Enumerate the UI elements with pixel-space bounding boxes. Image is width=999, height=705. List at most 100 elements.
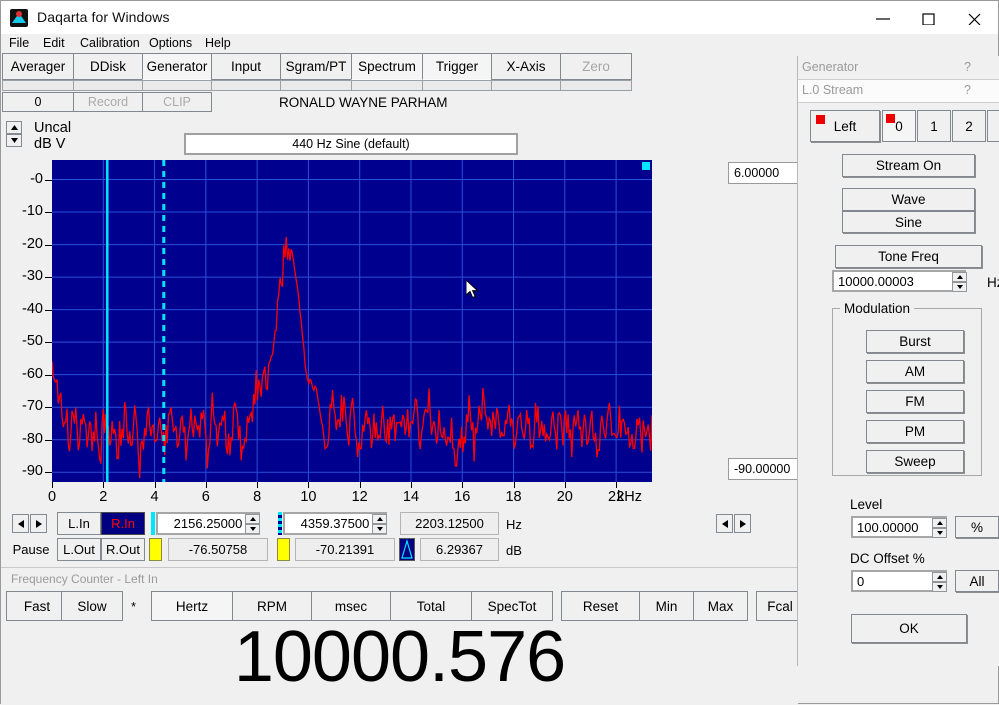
- tab-ddisk[interactable]: DDisk: [73, 53, 143, 80]
- nav-right-button[interactable]: [30, 514, 47, 533]
- minimize-icon: [876, 18, 890, 20]
- channel-left-in-button[interactable]: L.In: [57, 512, 101, 535]
- subtab-trigger[interactable]: [422, 80, 492, 91]
- fc-min-button[interactable]: Min: [639, 591, 694, 621]
- record-button[interactable]: Record: [73, 92, 143, 112]
- cursor2-spinner[interactable]: [372, 514, 387, 534]
- y-tick-9: -90: [22, 463, 43, 480]
- tone-freq-spinner-up[interactable]: [952, 272, 967, 282]
- generator-help-icon[interactable]: ?: [964, 60, 971, 74]
- spinner-up-icon: [10, 125, 18, 130]
- menu-calibration[interactable]: Calibration: [76, 34, 144, 52]
- x-tick-mark-2: [154, 482, 156, 488]
- subtab-spectrum[interactable]: [351, 80, 423, 91]
- subtab-x-axis[interactable]: [491, 80, 561, 91]
- x-tick-mark-9: [513, 482, 515, 488]
- scale-up-button[interactable]: [6, 121, 22, 134]
- x-tick-2: 4: [150, 489, 159, 505]
- y-tick-mark-4: [45, 309, 52, 311]
- dc-offset-spinner-down[interactable]: [932, 582, 947, 592]
- x-tick-9: 18: [505, 489, 522, 505]
- plot-nav-right-button[interactable]: [734, 514, 751, 533]
- subtab-generator[interactable]: [142, 80, 212, 91]
- cursor1-spinner-down[interactable]: [245, 524, 260, 534]
- ok-button[interactable]: OK: [851, 614, 967, 643]
- fc-fast-button[interactable]: Fast: [6, 591, 68, 621]
- close-button[interactable]: [952, 1, 998, 36]
- plot-title-field[interactable]: 440 Hz Sine (default): [184, 133, 518, 155]
- subtab-zero[interactable]: [560, 80, 632, 91]
- fc-max-button[interactable]: Max: [693, 591, 748, 621]
- clip-button[interactable]: CLIP: [142, 92, 212, 112]
- subtab-sgram-pt[interactable]: [280, 80, 352, 91]
- stream-title: L.0 Stream: [802, 83, 864, 97]
- stream-help-icon[interactable]: ?: [964, 83, 971, 97]
- tab-spectrum[interactable]: Spectrum: [351, 53, 423, 80]
- tab-generator[interactable]: Generator: [142, 53, 212, 80]
- fc-reset-button[interactable]: Reset: [561, 591, 640, 621]
- scale-bottom-field[interactable]: -90.00000: [728, 458, 806, 480]
- fm-button[interactable]: FM: [866, 390, 964, 413]
- stream-tab-1[interactable]: 1: [917, 110, 951, 142]
- pause-button[interactable]: Pause: [7, 538, 55, 561]
- tone-freq-field[interactable]: 10000.00003: [832, 270, 966, 292]
- x-tick-8: 16: [454, 489, 471, 505]
- cursor1-spinner[interactable]: [245, 514, 260, 534]
- maximize-button[interactable]: [906, 1, 952, 36]
- subtab-input[interactable]: [211, 80, 281, 91]
- tab-x-axis[interactable]: X-Axis: [491, 53, 561, 80]
- channel-right-in-button[interactable]: R.In: [101, 512, 145, 535]
- channel-left-button[interactable]: Left: [810, 110, 880, 142]
- subtab-ddisk[interactable]: [73, 80, 143, 91]
- pm-button[interactable]: PM: [866, 420, 964, 443]
- stream-subheader: L.0 Stream ?: [798, 79, 999, 103]
- menu-edit[interactable]: Edit: [39, 34, 69, 52]
- cursor2-spinner-down[interactable]: [372, 524, 387, 534]
- menu-options[interactable]: Options: [145, 34, 196, 52]
- level-spinner-down[interactable]: [932, 528, 947, 538]
- tab-averager[interactable]: Averager: [2, 53, 74, 80]
- y-tick-7: -70: [22, 398, 43, 415]
- y-tick-mark-7: [45, 407, 52, 409]
- generator-panel: Generator ? L.0 Stream ? Left 0 1 2 3 St…: [797, 56, 999, 666]
- menu-help[interactable]: Help: [201, 34, 235, 52]
- spectrum-plot[interactable]: [52, 160, 652, 482]
- tone-freq-spinner[interactable]: [952, 272, 967, 292]
- channel-right-out-button[interactable]: R.Out: [101, 538, 145, 561]
- scale-down-button[interactable]: [6, 134, 22, 147]
- stream-tab-3[interactable]: 3: [987, 110, 999, 142]
- x-tick-3: 6: [201, 489, 210, 505]
- burst-button[interactable]: Burst: [866, 330, 964, 353]
- stream-tab-2[interactable]: 2: [952, 110, 986, 142]
- fc-slow-button[interactable]: Slow: [61, 591, 123, 621]
- sweep-button[interactable]: Sweep: [866, 450, 964, 473]
- subtab-averager[interactable]: [2, 80, 74, 91]
- nav-left-button[interactable]: [12, 514, 29, 533]
- x-tick-mark-3: [205, 482, 207, 488]
- level-spinner[interactable]: [932, 518, 947, 538]
- tone-freq-button[interactable]: Tone Freq: [835, 245, 982, 268]
- scale-top-field[interactable]: 6.00000: [728, 162, 806, 184]
- stream-on-button[interactable]: Stream On: [842, 154, 975, 177]
- wave-button[interactable]: Wave: [842, 188, 975, 211]
- minimize-button[interactable]: [860, 1, 906, 36]
- dc-offset-spinner[interactable]: [932, 572, 947, 592]
- am-button[interactable]: AM: [866, 360, 964, 383]
- tab-input[interactable]: Input: [211, 53, 281, 80]
- level-unit-button[interactable]: %: [955, 516, 999, 538]
- dc-offset-all-button[interactable]: All: [955, 570, 999, 592]
- wave-type-button[interactable]: Sine: [842, 211, 975, 233]
- cursor1-spinner-up[interactable]: [245, 514, 260, 524]
- tab-sgram-pt[interactable]: Sgram/PT: [280, 53, 352, 80]
- tone-freq-spinner-down[interactable]: [952, 282, 967, 292]
- fc-hertz-button[interactable]: Hertz: [151, 591, 233, 621]
- plot-nav-left-button[interactable]: [716, 514, 733, 533]
- channel-left-out-button[interactable]: L.Out: [57, 538, 101, 561]
- cursor2-spinner-up[interactable]: [372, 514, 387, 524]
- menu-file[interactable]: File: [5, 34, 33, 52]
- stream-tab-0[interactable]: 0: [882, 110, 916, 142]
- dc-offset-spinner-up[interactable]: [932, 572, 947, 582]
- tab-trigger[interactable]: Trigger: [422, 53, 492, 80]
- left-arrow-icon: [17, 519, 24, 528]
- level-spinner-up[interactable]: [932, 518, 947, 528]
